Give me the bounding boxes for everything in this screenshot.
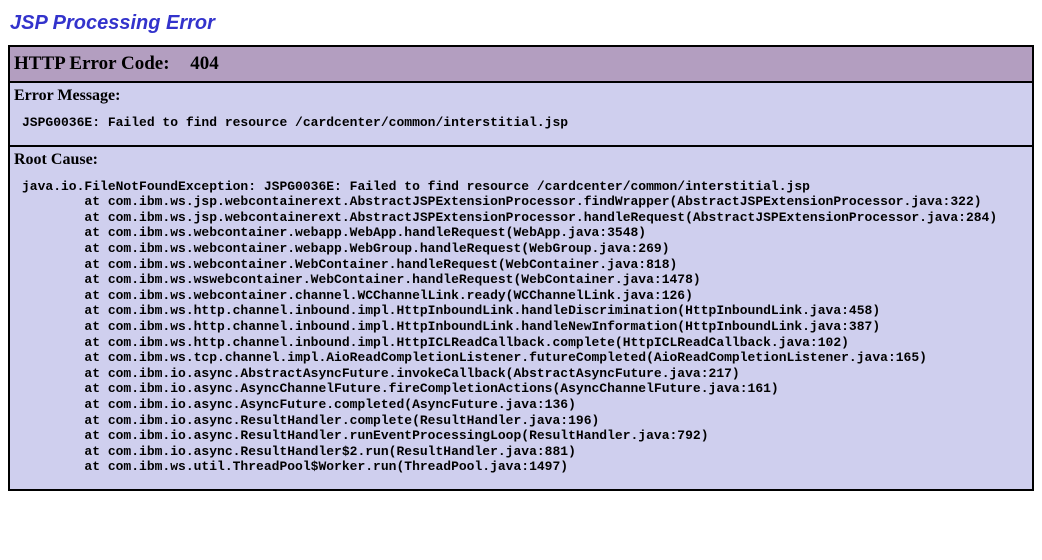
root-cause-section: Root Cause: java.io.FileNotFoundExceptio… <box>9 146 1033 490</box>
http-error-code: 404 <box>190 53 219 75</box>
error-message-section: Error Message: JSPG0036E: Failed to find… <box>9 82 1033 146</box>
error-message-body: JSPG0036E: Failed to find resource /card… <box>14 115 1028 131</box>
error-message-heading: Error Message: <box>14 87 1028 105</box>
page-title: JSP Processing Error <box>10 12 1034 35</box>
root-cause-heading: Root Cause: <box>14 151 1028 169</box>
http-error-bar: HTTP Error Code: 404 <box>9 46 1033 82</box>
error-container: HTTP Error Code: 404 Error Message: JSPG… <box>8 45 1034 491</box>
root-cause-body: java.io.FileNotFoundException: JSPG0036E… <box>14 179 1028 475</box>
http-error-label: HTTP Error Code: <box>14 53 170 75</box>
